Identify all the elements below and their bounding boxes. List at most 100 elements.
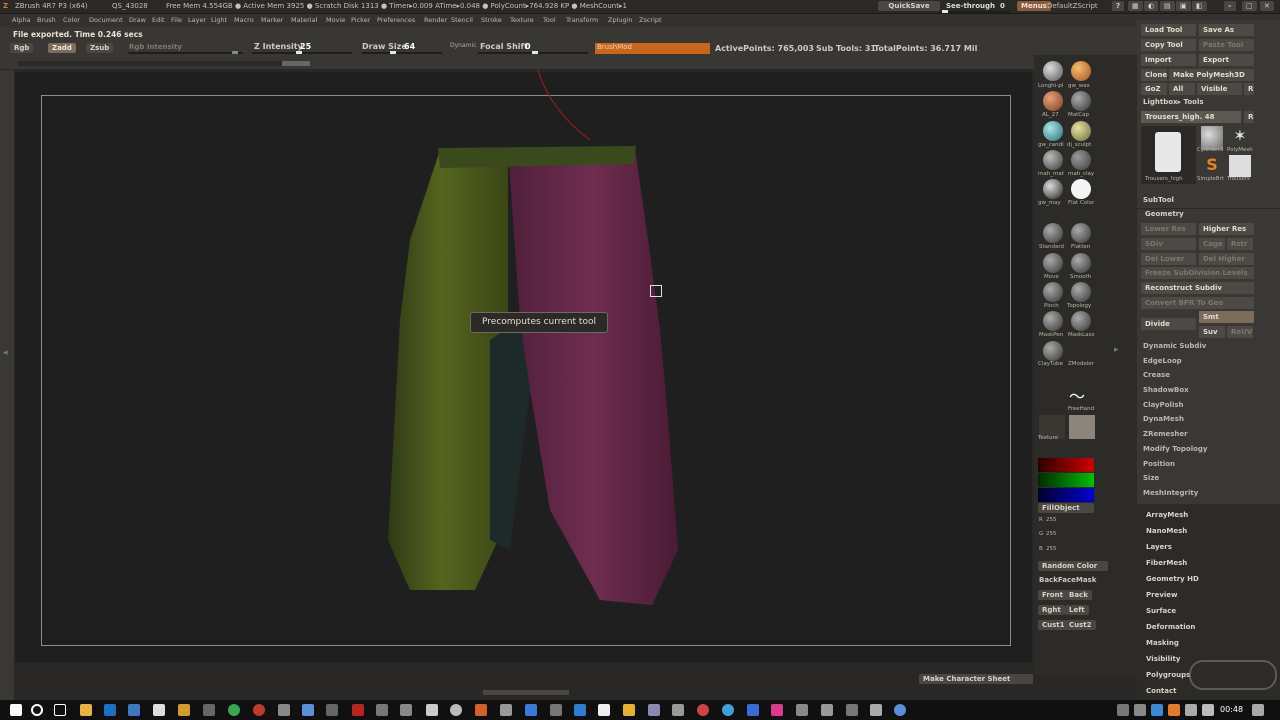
material-matcap-icon[interactable] xyxy=(1071,91,1091,111)
app-icon[interactable] xyxy=(747,704,759,716)
pinch-brush-icon[interactable] xyxy=(1043,282,1063,302)
shadowbox-section[interactable]: ShadowBox xyxy=(1143,386,1189,394)
app-icon[interactable] xyxy=(648,704,660,716)
topology-brush-icon[interactable] xyxy=(1071,282,1091,302)
export-button[interactable]: Export xyxy=(1199,54,1254,66)
b-channel-value[interactable]: 255 xyxy=(1046,546,1057,552)
network-icon[interactable] xyxy=(1185,704,1197,716)
material-candi-icon[interactable] xyxy=(1043,121,1063,141)
layers-section[interactable]: Layers xyxy=(1146,543,1172,551)
ui-icon[interactable]: ▣ xyxy=(1176,1,1191,11)
menu-movie[interactable]: Movie xyxy=(326,16,345,24)
view-back-button[interactable]: Back xyxy=(1065,590,1092,600)
material-may-icon[interactable] xyxy=(1043,179,1063,199)
random-color-button[interactable]: Random Color xyxy=(1038,561,1108,571)
nanomesh-section[interactable]: NanoMesh xyxy=(1146,527,1187,535)
blue-swatch[interactable] xyxy=(1038,488,1094,502)
vscode-icon[interactable] xyxy=(574,704,586,716)
app-icon[interactable] xyxy=(722,704,734,716)
app-icon[interactable] xyxy=(672,704,684,716)
view-custom2-button[interactable]: Cust2 xyxy=(1065,620,1096,630)
del-lower-button[interactable]: Del Lower xyxy=(1141,253,1196,265)
lightbox-tools-button[interactable]: Lightbox▸ Tools xyxy=(1143,98,1204,106)
material-sculpt-icon[interactable] xyxy=(1071,121,1091,141)
simplebrush-thumb-icon[interactable]: S xyxy=(1201,155,1223,177)
polygroups-section[interactable]: Polygroups xyxy=(1146,671,1190,679)
fibermesh-section[interactable]: FiberMesh xyxy=(1146,559,1187,567)
app-icon[interactable] xyxy=(623,704,635,716)
material-al27-icon[interactable] xyxy=(1043,91,1063,111)
app-icon[interactable] xyxy=(326,704,338,716)
visible-button[interactable]: Visible xyxy=(1197,83,1242,95)
app-icon[interactable] xyxy=(894,704,906,716)
steam-icon[interactable] xyxy=(376,704,388,716)
make-character-sheet-button[interactable]: Make Character Sheet xyxy=(919,674,1033,684)
app-icon[interactable] xyxy=(203,704,215,716)
menu-transform[interactable]: Transform xyxy=(566,16,598,24)
menu-zscript[interactable]: Zscript xyxy=(639,16,662,24)
dynamic-subdiv-section[interactable]: Dynamic Subdiv xyxy=(1143,342,1206,350)
size-section[interactable]: Size xyxy=(1143,474,1159,482)
menu-stroke[interactable]: Stroke xyxy=(481,16,502,24)
alpha-slot[interactable] xyxy=(1069,415,1095,439)
help-icon[interactable]: ? xyxy=(1112,1,1125,11)
move-brush-icon[interactable] xyxy=(1043,253,1063,273)
menu-alpha[interactable]: Alpha xyxy=(12,16,30,24)
close-icon[interactable]: ✕ xyxy=(1260,1,1274,11)
menu-stencil[interactable]: Stencil xyxy=(451,16,473,24)
make-polymesh-button[interactable]: Make PolyMesh3D xyxy=(1169,69,1254,81)
cage-button[interactable]: Cage xyxy=(1199,238,1225,250)
masking-section[interactable]: Masking xyxy=(1146,639,1179,647)
rstr-button[interactable]: Rstr xyxy=(1227,238,1253,250)
trousers-model[interactable] xyxy=(380,70,700,615)
smt-toggle[interactable]: Smt xyxy=(1199,311,1254,323)
maximize-icon[interactable]: □ xyxy=(1242,1,1257,11)
search-icon[interactable] xyxy=(31,704,43,716)
theme-icon[interactable]: ◐ xyxy=(1144,1,1159,11)
flatten-brush-icon[interactable] xyxy=(1071,223,1091,243)
edgeloop-section[interactable]: EdgeLoop xyxy=(1143,357,1182,365)
material-mahmat-icon[interactable] xyxy=(1043,150,1063,170)
reconstruct-subdiv-button[interactable]: Reconstruct Subdiv xyxy=(1141,282,1254,294)
draw-size-slider[interactable] xyxy=(362,51,442,54)
claypolish-section[interactable]: ClayPolish xyxy=(1143,401,1184,409)
app-icon[interactable] xyxy=(870,704,882,716)
deformation-section[interactable]: Deformation xyxy=(1146,623,1195,631)
menu-texture[interactable]: Texture xyxy=(510,16,534,24)
material-mahclay-icon[interactable] xyxy=(1071,150,1091,170)
load-tool-button[interactable]: Load Tool xyxy=(1141,24,1196,36)
folder-icon[interactable] xyxy=(178,704,190,716)
freehand-stroke-icon[interactable]: 〜 xyxy=(1069,383,1093,406)
divide-button[interactable]: Divide xyxy=(1141,318,1196,330)
menu-macro[interactable]: Macro xyxy=(234,16,254,24)
menu-material[interactable]: Material xyxy=(291,16,317,24)
clock[interactable]: 00:48 xyxy=(1220,705,1243,714)
app-icon[interactable] xyxy=(475,704,487,716)
zremesher-section[interactable]: ZRemesher xyxy=(1143,430,1188,438)
all-button[interactable]: All xyxy=(1169,83,1195,95)
volume-icon[interactable] xyxy=(1202,704,1214,716)
app-icon[interactable] xyxy=(697,704,709,716)
import-button[interactable]: Import xyxy=(1141,54,1196,66)
word-icon[interactable] xyxy=(128,704,140,716)
material-longhi-icon[interactable] xyxy=(1043,61,1063,81)
app-icon[interactable] xyxy=(400,704,412,716)
red-swatch[interactable] xyxy=(1038,458,1094,472)
menu-color[interactable]: Color xyxy=(63,16,80,24)
geometry-section[interactable]: Geometry xyxy=(1145,210,1184,218)
contact-section[interactable]: Contact xyxy=(1146,687,1177,695)
rgb-button[interactable]: Rgb xyxy=(10,43,34,53)
view-front-button[interactable]: Front xyxy=(1038,590,1067,600)
crease-section[interactable]: Crease xyxy=(1143,371,1170,379)
menu-preferences[interactable]: Preferences xyxy=(377,16,415,24)
file-explorer-icon[interactable] xyxy=(80,704,92,716)
rgb-intensity-slider[interactable] xyxy=(128,51,243,54)
app-icon[interactable] xyxy=(278,704,290,716)
right-tray-toggle-icon[interactable]: ▸ xyxy=(1114,345,1119,355)
smooth-brush-icon[interactable] xyxy=(1071,253,1091,273)
default-script-label[interactable]: DefaultZScript xyxy=(1047,2,1098,10)
brush-mod-slider[interactable]: BrushMod xyxy=(595,43,710,54)
mask-pen-icon[interactable] xyxy=(1043,311,1063,331)
tray-icon[interactable] xyxy=(1151,704,1163,716)
zbrush-taskbar-icon[interactable] xyxy=(153,704,165,716)
